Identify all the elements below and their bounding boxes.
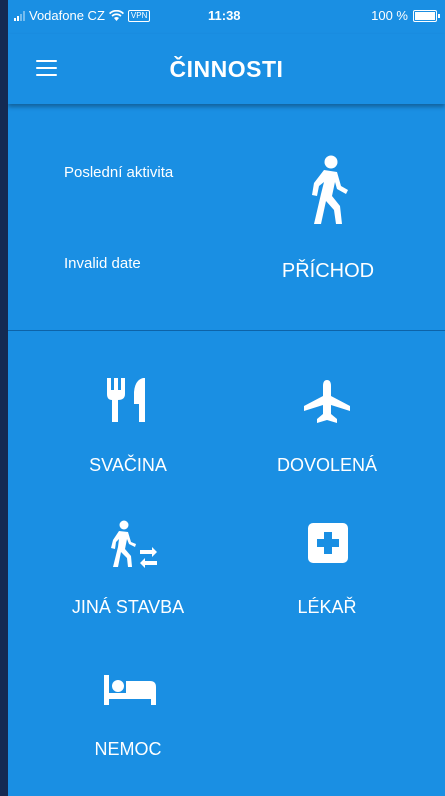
- app-screen: Vodafone CZ VPN 11:38 100 % ČINNOSTI Pos…: [8, 0, 445, 796]
- activity-label[interactable]: DOVOLENÁ: [237, 455, 417, 476]
- page-title: ČINNOSTI: [169, 56, 284, 82]
- person-transfer-icon[interactable]: [106, 520, 158, 568]
- clock: 11:38: [208, 8, 241, 23]
- last-activity-label: Poslední aktivita: [64, 164, 174, 181]
- walking-person-icon: [312, 155, 348, 224]
- signal-icon: [14, 10, 25, 21]
- utensils-icon[interactable]: [105, 378, 153, 422]
- last-activity-action[interactable]: PŘÍCHOD: [238, 260, 418, 283]
- carrier-group: Vodafone CZ VPN: [14, 8, 151, 23]
- last-activity-date: Invalid date: [64, 255, 141, 272]
- battery-percent: 100 %: [371, 8, 408, 23]
- vpn-badge: VPN: [127, 9, 151, 22]
- activity-label[interactable]: JINÁ STAVBA: [38, 597, 218, 618]
- bed-icon[interactable]: [104, 675, 156, 705]
- medical-cross-icon[interactable]: [308, 523, 348, 563]
- activity-label[interactable]: NEMOC: [38, 739, 218, 760]
- carrier-name: Vodafone CZ: [29, 8, 105, 23]
- section-divider: [8, 330, 445, 331]
- app-header: ČINNOSTI: [8, 34, 445, 104]
- activity-label[interactable]: SVAČINA: [38, 455, 218, 476]
- activity-label[interactable]: LÉKAŘ: [237, 597, 417, 618]
- wifi-icon: [108, 10, 124, 21]
- airplane-icon[interactable]: [302, 380, 352, 424]
- status-bar: Vodafone CZ VPN 11:38 100 %: [8, 0, 445, 34]
- battery-icon: [413, 9, 440, 22]
- battery-group: 100 %: [371, 8, 440, 23]
